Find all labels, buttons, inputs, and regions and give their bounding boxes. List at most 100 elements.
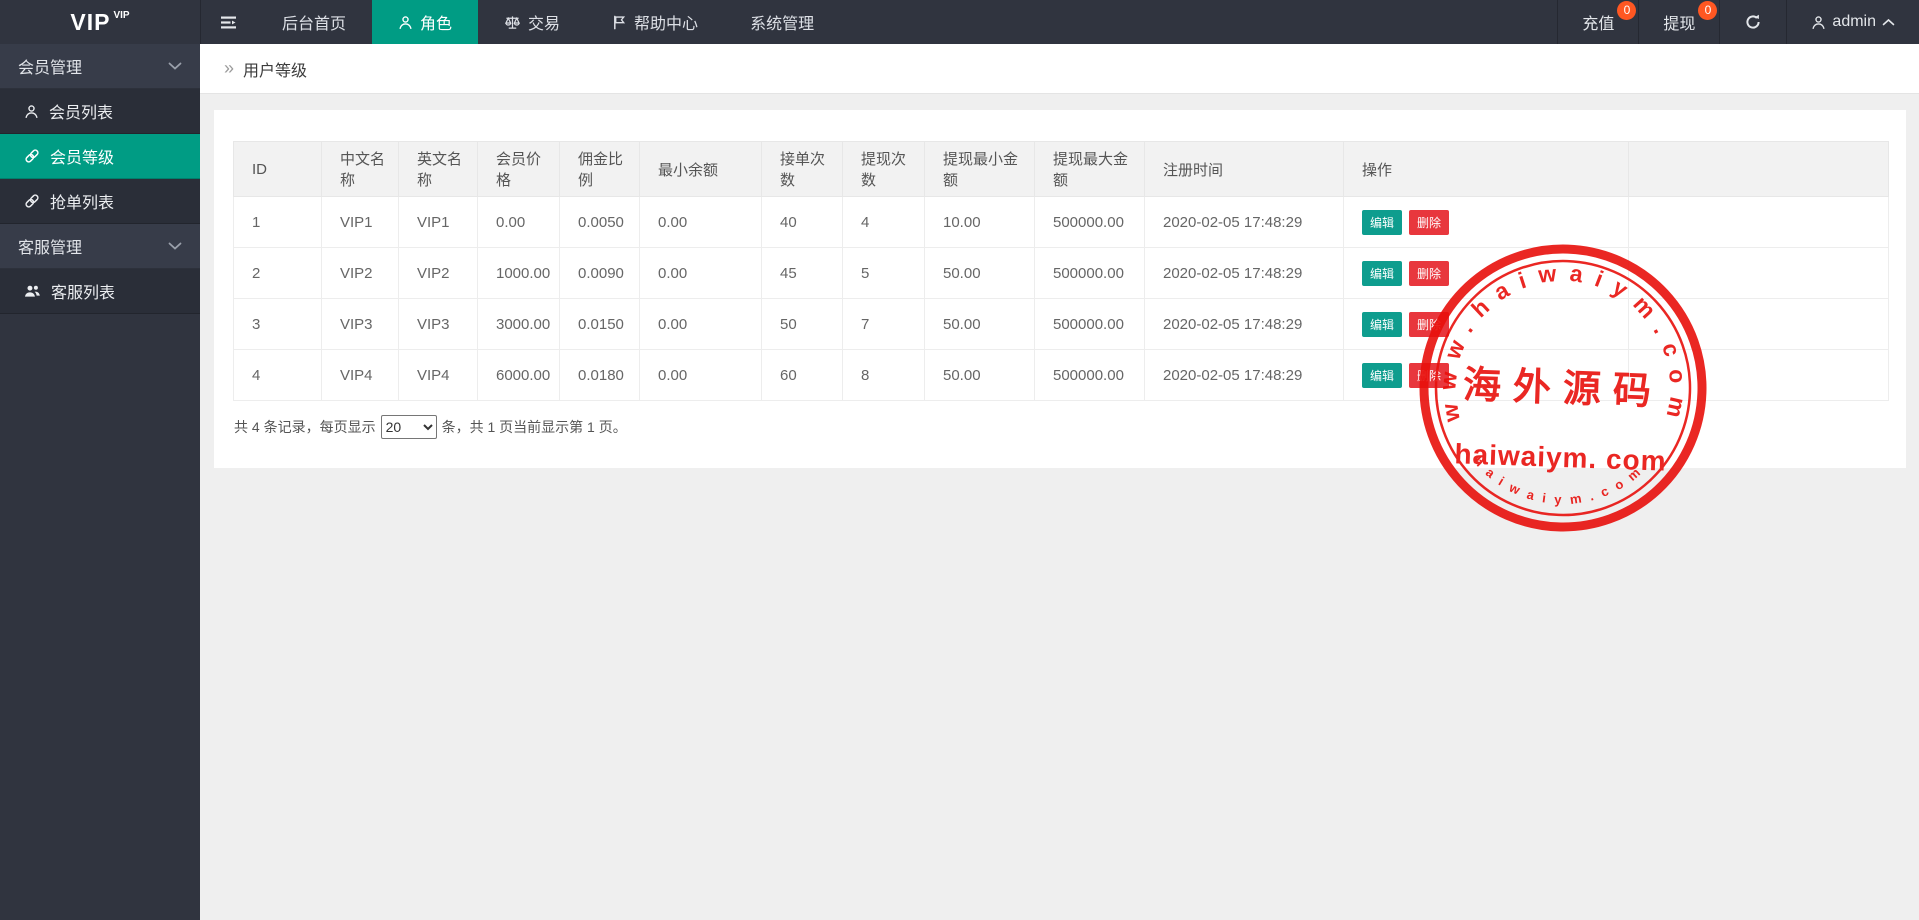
cell-empty	[1629, 350, 1889, 401]
cell-max-withdraw: 500000.00	[1035, 299, 1145, 350]
tab-label: 后台首页	[282, 10, 346, 34]
col-header-register-time: 注册时间	[1145, 142, 1344, 197]
chevron-down-icon	[168, 62, 182, 71]
link-icon	[24, 193, 40, 209]
tab-label: 帮助中心	[634, 10, 698, 34]
cell-max-withdraw: 500000.00	[1035, 197, 1145, 248]
cell-price: 3000.00	[478, 299, 560, 350]
sidebar-toggle-button[interactable]	[200, 0, 256, 44]
delete-button[interactable]: 删除	[1409, 363, 1449, 388]
cell-withdraw-count: 4	[843, 197, 925, 248]
cell-min-withdraw: 50.00	[925, 299, 1035, 350]
sidebar-item-service-list[interactable]: 客服列表	[0, 269, 200, 314]
sidebar-group-service-management[interactable]: 客服管理	[0, 224, 200, 269]
tab-system[interactable]: 系统管理	[724, 0, 840, 44]
sidebar-item-member-level[interactable]: 会员等级	[0, 134, 200, 179]
cell-max-withdraw: 500000.00	[1035, 248, 1145, 299]
sidebar-group-label: 客服管理	[18, 234, 82, 258]
hamburger-icon	[220, 15, 237, 30]
cell-register-time: 2020-02-05 17:48:29	[1145, 248, 1344, 299]
col-header-min-withdraw: 提现最小金额	[925, 142, 1035, 197]
cell-price: 0.00	[478, 197, 560, 248]
recharge-badge: 0	[1617, 1, 1636, 20]
app-logo[interactable]: VIP VIP	[0, 0, 200, 44]
cell-min-withdraw: 50.00	[925, 248, 1035, 299]
cell-empty	[1629, 248, 1889, 299]
cell-cn-name: VIP2	[322, 248, 399, 299]
cell-cn-name: VIP3	[322, 299, 399, 350]
cell-min-balance: 0.00	[640, 350, 762, 401]
cell-empty	[1629, 299, 1889, 350]
edit-button[interactable]: 编辑	[1362, 312, 1402, 337]
col-header-id: ID	[234, 142, 322, 197]
sidebar-item-order-grab-list[interactable]: 抢单列表	[0, 179, 200, 224]
cell-commission: 0.0180	[560, 350, 640, 401]
breadcrumb: » 用户等级	[200, 44, 1919, 94]
cell-actions: 编辑删除	[1344, 197, 1629, 248]
cell-price: 1000.00	[478, 248, 560, 299]
username: admin	[1832, 13, 1876, 31]
sidebar-item-label: 抢单列表	[50, 189, 114, 213]
cell-withdraw-count: 7	[843, 299, 925, 350]
cell-min-withdraw: 10.00	[925, 197, 1035, 248]
delete-button[interactable]: 删除	[1409, 261, 1449, 286]
cell-cn-name: VIP4	[322, 350, 399, 401]
cell-withdraw-count: 8	[843, 350, 925, 401]
table-row: 4 VIP4 VIP4 6000.00 0.0180 0.00 60 8 50.…	[234, 350, 1889, 401]
logo-superscript: VIP	[113, 10, 129, 21]
withdraw-button[interactable]: 提现 0	[1638, 0, 1719, 44]
cell-min-balance: 0.00	[640, 248, 762, 299]
user-menu[interactable]: admin	[1786, 0, 1919, 44]
user-icon	[24, 104, 39, 119]
logo-text: VIP	[70, 9, 110, 36]
cell-actions: 编辑删除	[1344, 350, 1629, 401]
cell-id: 3	[234, 299, 322, 350]
member-level-table: ID 中文名称 英文名称 会员价格 佣金比例 最小余额 接单次数 提现次数 提现…	[233, 141, 1889, 401]
table-row: 1 VIP1 VIP1 0.00 0.0050 0.00 40 4 10.00 …	[234, 197, 1889, 248]
cell-order-count: 50	[762, 299, 843, 350]
pagination: 共 4 条记录，每页显示 20 条，共 1 页当前显示第 1 页。	[234, 415, 1888, 439]
member-level-card: ID 中文名称 英文名称 会员价格 佣金比例 最小余额 接单次数 提现次数 提现…	[214, 110, 1906, 468]
recharge-button[interactable]: 充值 0	[1557, 0, 1638, 44]
edit-button[interactable]: 编辑	[1362, 210, 1402, 235]
cell-order-count: 45	[762, 248, 843, 299]
sidebar-item-member-list[interactable]: 会员列表	[0, 89, 200, 134]
person-icon	[1811, 15, 1826, 30]
tab-label: 角色	[420, 10, 452, 34]
edit-button[interactable]: 编辑	[1362, 363, 1402, 388]
col-header-empty	[1629, 142, 1889, 197]
cell-min-withdraw: 50.00	[925, 350, 1035, 401]
tab-dashboard[interactable]: 后台首页	[256, 0, 372, 44]
sidebar-item-label: 会员等级	[50, 144, 114, 168]
withdraw-label: 提现	[1663, 10, 1695, 34]
cell-actions: 编辑删除	[1344, 248, 1629, 299]
person-icon	[398, 15, 413, 30]
edit-button[interactable]: 编辑	[1362, 261, 1402, 286]
tab-trade[interactable]: 交易	[478, 0, 586, 44]
col-header-order-count: 接单次数	[762, 142, 843, 197]
tab-roles[interactable]: 角色	[372, 0, 478, 44]
cell-max-withdraw: 500000.00	[1035, 350, 1145, 401]
cell-id: 2	[234, 248, 322, 299]
table-row: 3 VIP3 VIP3 3000.00 0.0150 0.00 50 7 50.…	[234, 299, 1889, 350]
page-title: 用户等级	[243, 57, 307, 81]
table-header-row: ID 中文名称 英文名称 会员价格 佣金比例 最小余额 接单次数 提现次数 提现…	[234, 142, 1889, 197]
delete-button[interactable]: 删除	[1409, 210, 1449, 235]
chevron-up-icon	[1882, 18, 1895, 27]
tab-label: 系统管理	[750, 10, 814, 34]
col-header-cn-name: 中文名称	[322, 142, 399, 197]
cell-en-name: VIP2	[399, 248, 478, 299]
col-header-en-name: 英文名称	[399, 142, 478, 197]
page-size-select[interactable]: 20	[381, 415, 437, 439]
sidebar: 会员管理 会员列表 会员等级 抢单列表 客服管理 客服列表	[0, 44, 200, 920]
delete-button[interactable]: 删除	[1409, 312, 1449, 337]
cell-en-name: VIP1	[399, 197, 478, 248]
refresh-button[interactable]	[1719, 0, 1786, 44]
recharge-label: 充值	[1582, 10, 1614, 34]
cell-commission: 0.0090	[560, 248, 640, 299]
cell-min-balance: 0.00	[640, 197, 762, 248]
cell-min-balance: 0.00	[640, 299, 762, 350]
sidebar-group-member-management[interactable]: 会员管理	[0, 44, 200, 89]
tab-help-center[interactable]: 帮助中心	[586, 0, 724, 44]
cell-commission: 0.0150	[560, 299, 640, 350]
